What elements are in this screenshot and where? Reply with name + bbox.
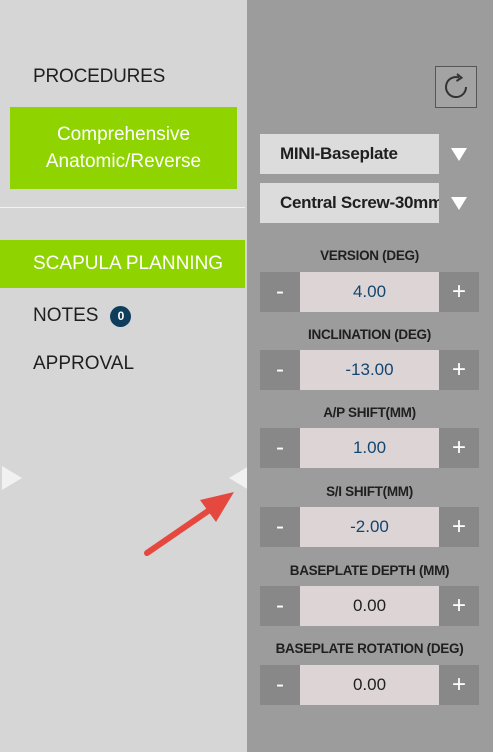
annotation-arrow-icon: [144, 492, 234, 556]
